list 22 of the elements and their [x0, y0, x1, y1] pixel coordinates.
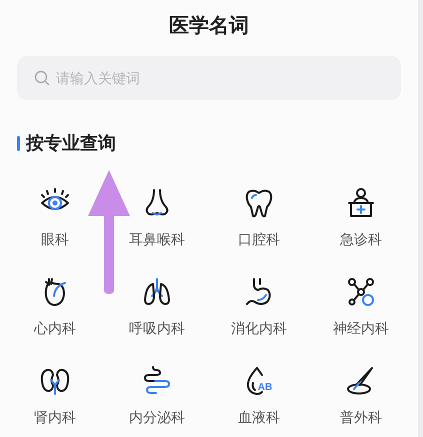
department-label[interactable]: 血液科 — [238, 407, 280, 428]
department-label[interactable]: 耳鼻喉科 — [129, 229, 185, 250]
molecule-icon — [345, 276, 377, 308]
section-accent-bar — [17, 136, 20, 151]
tooth-icon — [243, 187, 275, 219]
search-field[interactable]: 请输入关键词 — [17, 56, 401, 100]
department-label[interactable]: 眼科 — [41, 229, 69, 250]
department-label[interactable]: 急诊科 — [340, 229, 382, 250]
department-label[interactable]: 口腔科 — [238, 229, 280, 250]
department-label[interactable]: 普外科 — [340, 407, 382, 428]
doctor-icon — [345, 187, 377, 219]
intestine-icon — [141, 365, 173, 397]
department-label[interactable]: 内分泌科 — [129, 407, 185, 428]
department-label[interactable]: 神经内科 — [333, 318, 389, 339]
page-title: 医学名词 — [169, 12, 249, 39]
department-label[interactable]: 呼吸内科 — [129, 318, 185, 339]
section-title: 按专业查询 — [26, 132, 116, 155]
department-label[interactable]: 心内科 — [34, 318, 76, 339]
department-label[interactable]: 消化内科 — [231, 318, 287, 339]
lungs-icon — [141, 276, 173, 308]
search-icon — [34, 70, 50, 86]
department-label[interactable]: 肾内科 — [34, 407, 76, 428]
